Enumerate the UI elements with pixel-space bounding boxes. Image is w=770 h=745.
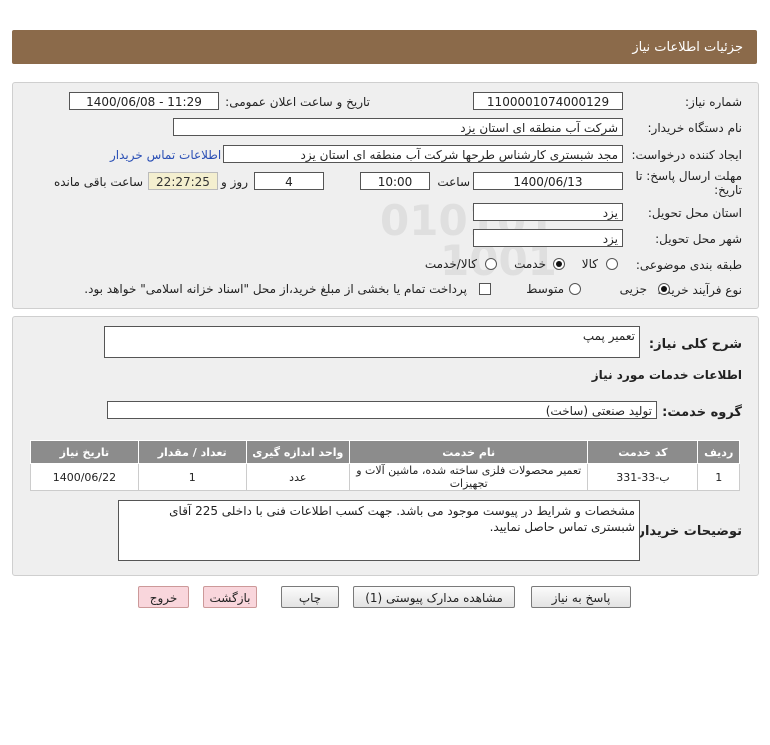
buyer-notes-field: مشخصات و شرایط در پیوست موجود می باشد. ج… xyxy=(118,500,640,561)
purchase-radio-minor[interactable] xyxy=(658,283,670,295)
announce-date-label: تاریخ و ساعت اعلان عمومی: xyxy=(225,95,370,109)
back-button[interactable]: بازگشت xyxy=(203,586,257,608)
days-remaining-field: 4 xyxy=(254,172,324,190)
exit-button[interactable]: خروج xyxy=(138,586,189,608)
cell-row-number: 1 xyxy=(697,463,740,491)
col-header-service-name: نام خدمت xyxy=(349,440,589,464)
print-button[interactable]: چاپ xyxy=(281,586,339,608)
remaining-time-field: 22:27:25 xyxy=(148,172,218,190)
page-header: جزئیات اطلاعات نیاز xyxy=(12,30,757,64)
category-label: طبقه بندی موضوعی: xyxy=(635,258,742,272)
summary-label: شرح کلی نیاز: xyxy=(648,337,742,352)
purchase-option-minor: جزیی xyxy=(619,282,647,296)
buyer-org-field: شرکت آب منطقه ای استان یزد xyxy=(173,118,623,136)
cell-quantity: 1 xyxy=(137,463,247,491)
category-radio-goods-service[interactable] xyxy=(485,258,497,270)
cell-service-code: ب-33-331 xyxy=(587,463,699,491)
buyer-notes-label: توضیحات خریدار: xyxy=(632,524,742,539)
col-header-service-code: کد خدمت xyxy=(587,440,699,464)
province-field: یزد xyxy=(473,203,623,221)
need-number-field: 1100001074000129 xyxy=(473,92,623,110)
col-header-quantity: تعداد / مقدار xyxy=(137,440,247,464)
need-info-panel xyxy=(12,82,759,309)
creator-field: مجد شبستری کارشناس طرحها شرکت آب منطقه ا… xyxy=(223,145,623,163)
category-option-service: خدمت xyxy=(514,257,546,271)
cell-need-date: 1400/06/22 xyxy=(30,463,139,491)
service-group-field: تولید صنعتی (ساخت) xyxy=(107,401,657,419)
category-option-goods: کالا xyxy=(581,257,598,271)
view-attachments-button[interactable]: مشاهده مدارک پیوستی (1) xyxy=(353,586,515,608)
services-table: ردیف کد خدمت نام خدمت واحد اندازه گیری ت… xyxy=(30,440,740,491)
table-row: 1 ب-33-331 تعمیر محصولات فلزی ساخته شده،… xyxy=(30,463,740,491)
col-header-need-date: تاریخ نیاز xyxy=(30,440,139,464)
deadline-label-date: تاریخ: xyxy=(714,183,742,197)
deadline-time-field: 10:00 xyxy=(360,172,430,190)
cell-service-name: تعمیر محصولات فلزی ساخته شده، ماشین آلات… xyxy=(349,463,589,491)
remaining-time-label: ساعت باقی مانده xyxy=(53,175,143,189)
announce-date-field: 1400/06/08 - 11:29 xyxy=(69,92,219,110)
purchase-radio-medium[interactable] xyxy=(569,283,581,295)
buyer-org-label: نام دستگاه خریدار: xyxy=(647,121,743,135)
treasury-payment-checkbox[interactable] xyxy=(479,283,491,295)
buyer-contact-link[interactable]: اطلاعات تماس خریدار xyxy=(110,148,221,162)
services-heading: اطلاعات خدمات مورد نیاز xyxy=(591,368,742,382)
need-number-label: شماره نیاز: xyxy=(685,95,742,109)
treasury-payment-note: پرداخت تمام یا بخشی از مبلغ خرید،از محل … xyxy=(84,282,467,296)
deadline-label: مهلت ارسال پاسخ: تا xyxy=(635,169,742,183)
deadline-time-label: ساعت xyxy=(437,175,470,189)
service-group-label: گروه خدمت: xyxy=(662,405,742,420)
city-field: یزد xyxy=(473,229,623,247)
city-label: شهر محل تحویل: xyxy=(655,232,742,246)
province-label: استان محل تحویل: xyxy=(647,206,742,220)
category-option-goods-service: کالا/خدمت xyxy=(424,257,477,271)
col-header-unit: واحد اندازه گیری xyxy=(245,440,351,464)
col-header-row-number: ردیف xyxy=(697,440,740,464)
purchase-option-medium: متوسط xyxy=(526,282,564,296)
summary-field: تعمیر پمپ xyxy=(104,326,640,358)
category-radio-goods[interactable] xyxy=(606,258,618,270)
deadline-date-field: 1400/06/13 xyxy=(473,172,623,190)
creator-label: ایجاد کننده درخواست: xyxy=(631,148,742,162)
days-label: روز و xyxy=(221,175,248,189)
cell-unit: عدد xyxy=(245,463,351,491)
services-table-header-row: ردیف کد خدمت نام خدمت واحد اندازه گیری ت… xyxy=(30,440,740,464)
reply-button[interactable]: پاسخ به نیاز xyxy=(531,586,631,608)
category-radio-service[interactable] xyxy=(553,258,565,270)
page-title: جزئیات اطلاعات نیاز xyxy=(632,40,743,55)
